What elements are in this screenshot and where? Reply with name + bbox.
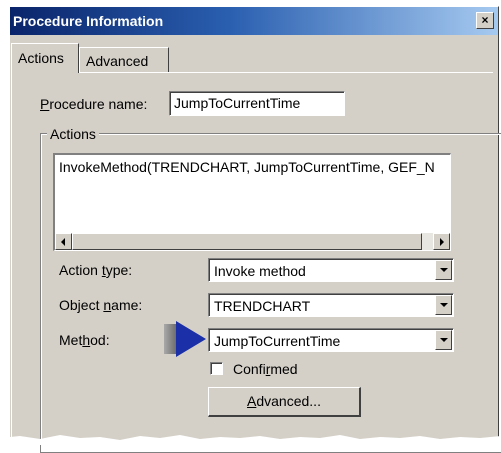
tab-advanced-label: Advanced [86,53,149,69]
object-name-value: TRENDCHART [214,298,311,314]
chevron-down-icon [440,268,448,272]
scroll-right-arrow-icon [440,238,444,246]
scroll-thumb[interactable] [72,233,422,250]
advanced-button[interactable]: Advanced... [208,387,361,417]
chevron-down-icon [440,338,448,342]
action-type-value: Invoke method [214,263,306,279]
object-name-label: Object name: [59,297,143,313]
action-type-label: Action type: [59,262,133,278]
object-name-dropdown[interactable]: TRENDCHART [208,293,454,317]
scroll-left-button[interactable] [55,233,72,250]
method-dropdown[interactable]: JumpToCurrentTime [208,328,454,352]
pointer-arrow-tail [164,324,176,354]
method-dropdown-button[interactable] [435,330,452,350]
confirmed-checkbox[interactable] [210,362,223,375]
tab-actions-label: Actions [18,50,64,66]
procedure-name-label: Procedure name: [40,96,148,112]
procedure-name-value: JumpToCurrentTime [174,95,301,111]
procedure-name-field[interactable]: JumpToCurrentTime [169,91,345,116]
list-item[interactable]: InvokeMethod(TRENDCHART, JumpToCurrentTi… [59,159,435,175]
method-value: JumpToCurrentTime [214,333,341,349]
title-bar: Procedure Information × [10,7,498,35]
object-name-dropdown-button[interactable] [435,295,452,315]
actions-list[interactable]: InvokeMethod(TRENDCHART, JumpToCurrentTi… [53,153,451,251]
close-icon: × [481,13,489,27]
horizontal-scrollbar[interactable] [55,233,450,250]
close-button[interactable]: × [476,12,494,29]
scroll-left-arrow-icon [61,238,65,246]
tab-actions[interactable]: Actions [11,43,79,73]
dialog-title: Procedure Information [13,13,164,29]
chevron-down-icon [440,303,448,307]
confirmed-label[interactable]: Confirmed [233,361,298,377]
action-type-dropdown[interactable]: Invoke method [208,258,454,282]
tab-advanced[interactable]: Advanced [79,47,169,73]
torn-edge-decoration [0,435,501,445]
method-label: Method: [59,332,110,348]
action-type-dropdown-button[interactable] [435,260,452,280]
actions-group-legend: Actions [47,126,99,142]
pointer-arrow-icon [176,321,206,357]
scroll-right-button[interactable] [433,233,450,250]
